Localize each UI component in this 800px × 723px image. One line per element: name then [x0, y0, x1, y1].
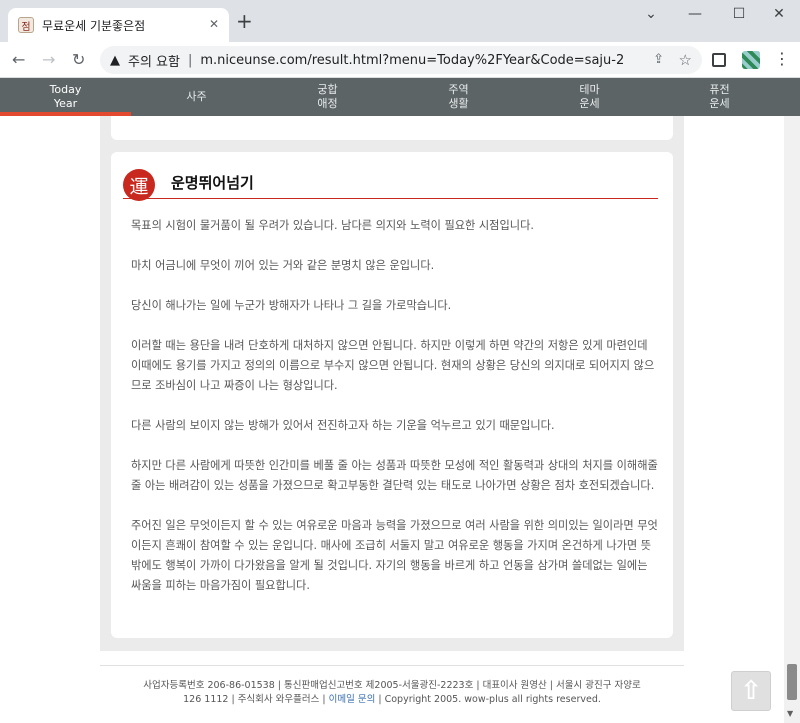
window-minimize-icon[interactable]: —	[672, 6, 718, 26]
email-inquiry-link[interactable]: 이메일 문의	[329, 694, 376, 705]
card-body: 목표의 시험이 물거품이 될 우려가 있습니다. 남다른 의지와 노력이 필요한…	[131, 216, 661, 616]
bookmark-star-icon[interactable]: ☆	[679, 51, 692, 69]
fortune-card: 運 운명뛰어넘기 목표의 시험이 물거품이 될 우려가 있습니다. 남다른 의지…	[111, 152, 673, 638]
nav-label: 생활	[448, 97, 469, 110]
browser-tab[interactable]: 점 무료운세 기분좋은점 ✕	[8, 8, 229, 42]
title-divider	[123, 198, 658, 199]
browser-toolbar: ← → ↻ ▲ 주의 요함 | m.niceunse.com/result.ht…	[0, 42, 800, 78]
footer-line: 126 1112 | 주식회사 와우플러스 | 이메일 문의 | Copyrig…	[100, 693, 684, 707]
profile-avatar[interactable]	[742, 51, 760, 69]
browser-menu-icon[interactable]: ⋮	[774, 49, 790, 68]
paragraph: 목표의 시험이 물거품이 될 우려가 있습니다. 남다른 의지와 노력이 필요한…	[131, 219, 534, 232]
nav-label: 퓨전	[709, 83, 730, 96]
extension-icon[interactable]	[712, 53, 726, 67]
nav-label: 운세	[579, 97, 600, 110]
nav-label: 테마	[579, 83, 600, 96]
card-title: 운명뛰어넘기	[171, 174, 254, 192]
scrollbar-thumb[interactable]	[787, 664, 797, 700]
nav-gunghap[interactable]: 궁합 애정	[262, 78, 393, 116]
tab-search-chevron-icon[interactable]: ⌄	[628, 6, 674, 26]
paragraph: 당신이 해나가는 일에 누군가 방해자가 나타나 그 길을 가로막습니다.	[131, 299, 452, 312]
page-scrollbar[interactable]: ▼	[784, 116, 800, 723]
nav-label: 주역	[448, 83, 469, 96]
share-icon[interactable]: ⇪	[653, 52, 664, 67]
url-text[interactable]: m.niceunse.com/result.html?menu=Today%2F…	[200, 53, 624, 68]
nav-today-year[interactable]: Today Year	[0, 78, 131, 116]
address-bar[interactable]: ▲ 주의 요함 | m.niceunse.com/result.html?men…	[100, 46, 702, 74]
footer-text: 126 1112 | 주식회사 와우플러스 |	[183, 694, 329, 705]
paragraph: 다른 사람의 보이지 않는 방해가 있어서 전진하고자 하는 기운을 억누르고 …	[131, 419, 555, 432]
paragraph: 마치 어금니에 무엇이 끼어 있는 거와 같은 분명치 않은 운입니다.	[131, 259, 435, 272]
paragraph: 하지만 다른 사람에게 따뜻한 인간미를 베풀 줄 아는 성품과 따뜻한 모성에…	[131, 459, 658, 492]
paragraph: 이러할 때는 용단을 내려 단호하게 대처하지 않으면 안됩니다. 하지만 이렇…	[131, 339, 655, 392]
tab-close-icon[interactable]: ✕	[209, 17, 219, 31]
scroll-down-arrow-icon[interactable]: ▼	[787, 709, 793, 718]
window-close-icon[interactable]: ✕	[756, 6, 800, 26]
nav-label: 사주	[186, 90, 207, 103]
scroll-to-top-button[interactable]: ⇧	[731, 671, 771, 711]
tab-title: 무료운세 기분좋은점	[42, 18, 146, 33]
forward-arrow-icon[interactable]: →	[42, 50, 55, 69]
browser-tab-strip: 점 무료운세 기분좋은점 ✕ + ⌄ — ☐ ✕	[0, 0, 800, 42]
page-content: 運 운명뛰어넘기 목표의 시험이 물거품이 될 우려가 있습니다. 남다른 의지…	[0, 116, 784, 723]
footer-divider	[100, 665, 684, 666]
nav-juyeok[interactable]: 주역 생활	[393, 78, 524, 116]
warning-icon[interactable]: ▲	[110, 53, 120, 68]
url-separator: |	[187, 52, 193, 68]
nav-label: Year	[53, 97, 78, 110]
footer-text: | Copyright 2005. wow-plus all rights re…	[375, 694, 601, 705]
nav-label: 운세	[709, 97, 730, 110]
site-nav: Today Year 사주 궁합 애정 주역 생활 테마 운세 퓨전 운세	[0, 78, 800, 116]
nav-label: 궁합	[317, 83, 338, 96]
previous-card	[111, 116, 673, 140]
fortune-seal-icon: 運	[123, 169, 155, 201]
back-arrow-icon[interactable]: ←	[12, 50, 25, 69]
site-favicon-icon: 점	[18, 17, 34, 33]
new-tab-icon[interactable]: +	[236, 11, 253, 31]
nav-label: 애정	[317, 97, 338, 110]
nav-fusion[interactable]: 퓨전 운세	[655, 78, 784, 116]
nav-label: Today	[49, 83, 82, 96]
paragraph: 주어진 일은 무엇이든지 할 수 있는 여유로운 마음과 능력을 가졌으므로 여…	[131, 519, 658, 592]
reload-icon[interactable]: ↻	[72, 50, 85, 69]
security-label[interactable]: 주의 요함	[128, 51, 180, 70]
footer: 사업자등록번호 206-86-01538 | 통신판매업신고번호 제2005-서…	[100, 679, 684, 707]
footer-line: 사업자등록번호 206-86-01538 | 통신판매업신고번호 제2005-서…	[143, 680, 641, 691]
nav-theme[interactable]: 테마 운세	[524, 78, 655, 116]
up-arrow-icon: ⇧	[740, 676, 762, 706]
nav-saju[interactable]: 사주	[131, 78, 262, 116]
